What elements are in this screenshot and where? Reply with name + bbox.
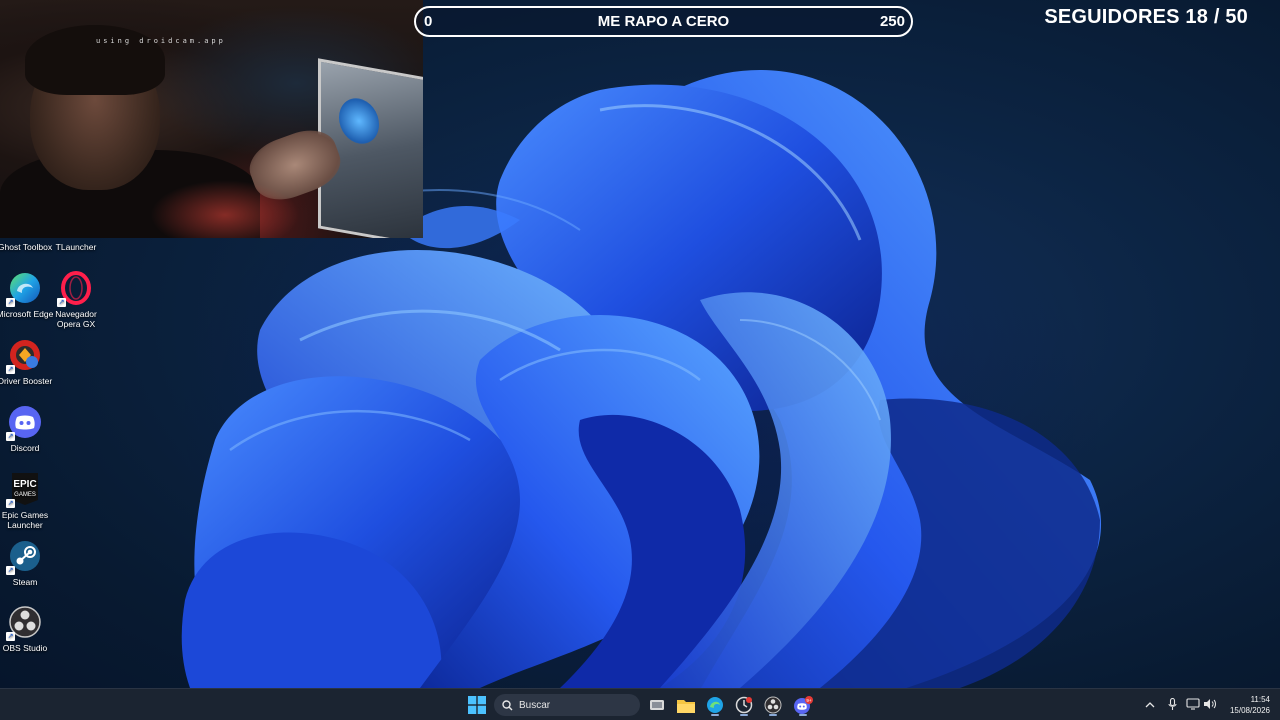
steam-icon: ↗ bbox=[6, 539, 42, 575]
desktop-icon-label: OBS Studio bbox=[2, 643, 48, 653]
taskbar-app-clock[interactable] bbox=[731, 693, 757, 717]
desktop-icon-tlauncher[interactable]: TLauncher bbox=[47, 222, 105, 252]
webcam-red-light bbox=[150, 180, 300, 238]
task-view-button[interactable] bbox=[644, 693, 670, 717]
desktop-icon-label: Driver Booster bbox=[0, 376, 53, 386]
desktop-icon-label: Navegador Opera GX bbox=[55, 309, 97, 329]
taskbar-search-box[interactable]: Buscar bbox=[494, 694, 640, 716]
desktop-icon-obs-studio[interactable]: ↗ OBS Studio bbox=[0, 605, 54, 653]
clock-time: 11:54 bbox=[1250, 695, 1270, 704]
edge-icon bbox=[707, 697, 723, 713]
taskbar-edge[interactable] bbox=[702, 693, 728, 717]
active-indicator bbox=[711, 714, 719, 716]
goal-end-value: 250 bbox=[879, 13, 905, 30]
taskbar-discord[interactable]: 9+ bbox=[790, 693, 816, 717]
desktop-icon-label: Microsoft Edge bbox=[0, 309, 54, 319]
tray-overflow-chevron-icon[interactable] bbox=[1143, 697, 1157, 711]
taskbar-clock[interactable]: 11:54 15/08/2026 bbox=[1230, 694, 1270, 716]
discord-notification-badge: 9+ bbox=[806, 698, 812, 703]
network-icon[interactable] bbox=[1186, 697, 1200, 711]
microphone-icon[interactable] bbox=[1165, 697, 1179, 711]
goal-progress-bar: 0 ME RAPO A CERO 250 bbox=[414, 6, 913, 37]
active-indicator bbox=[799, 714, 807, 716]
desktop-icon-label: Discord bbox=[10, 443, 40, 453]
taskbar-file-explorer[interactable] bbox=[673, 693, 699, 717]
search-icon bbox=[502, 699, 513, 710]
desktop-icon-label: Steam bbox=[12, 577, 38, 587]
desktop-icon-discord[interactable]: ↗ Discord bbox=[0, 405, 54, 453]
discord-icon: 9+ bbox=[794, 696, 813, 714]
taskbar: Buscar 9+ 11:54 15/08/2026 bbox=[0, 688, 1280, 720]
svg-text:GAMES: GAMES bbox=[14, 492, 36, 498]
discord-icon: ↗ bbox=[6, 405, 42, 441]
obs-studio-icon bbox=[764, 696, 782, 714]
task-view-icon bbox=[650, 700, 664, 710]
driver-booster-icon: ↗ bbox=[6, 338, 42, 374]
folder-icon bbox=[677, 699, 695, 713]
desktop-icon-microsoft-edge[interactable]: ↗ Microsoft Edge bbox=[0, 271, 54, 319]
goal-start-value: 0 bbox=[424, 13, 433, 30]
app-clock-icon bbox=[735, 696, 753, 714]
desktop-icon-steam[interactable]: ↗ Steam bbox=[0, 539, 54, 587]
desktop-icon-epic-games[interactable]: EPIC GAMES ↗ Epic Games Launcher bbox=[0, 472, 54, 530]
search-box-label: Buscar bbox=[519, 699, 551, 711]
followers-counter: SEGUIDORES 18 / 50 bbox=[1044, 6, 1248, 28]
epic-games-icon: EPIC GAMES ↗ bbox=[6, 472, 42, 508]
webcam-laptop-screen bbox=[339, 95, 379, 148]
desktop-icon-opera-gx[interactable]: ↗ Navegador Opera GX bbox=[47, 271, 105, 329]
taskbar-obs[interactable] bbox=[760, 693, 786, 717]
tlauncher-icon bbox=[59, 222, 93, 238]
active-indicator bbox=[769, 714, 777, 716]
desktop-icon-label: TLauncher bbox=[55, 242, 97, 252]
start-button[interactable] bbox=[464, 693, 490, 717]
clock-date: 15/08/2026 bbox=[1229, 706, 1270, 715]
desktop-icon-ghost-toolbox[interactable]: Ghost Toolbox bbox=[0, 222, 54, 252]
opera-gx-icon: ↗ bbox=[57, 271, 93, 307]
ghost-toolbox-icon bbox=[8, 222, 42, 238]
edge-icon: ↗ bbox=[6, 271, 42, 307]
goal-title: ME RAPO A CERO bbox=[597, 13, 730, 30]
webcam-overlay: using droidcam.app bbox=[0, 0, 423, 238]
volume-icon[interactable] bbox=[1203, 697, 1217, 711]
desktop-icon-label: Ghost Toolbox bbox=[0, 242, 53, 252]
obs-studio-icon: ↗ bbox=[6, 605, 42, 641]
desktop-icon-label: Epic Games Launcher bbox=[1, 510, 49, 530]
webcam-person-hair bbox=[25, 25, 165, 95]
active-indicator bbox=[740, 714, 748, 716]
desktop-icon-driver-booster[interactable]: ↗ Driver Booster bbox=[0, 338, 54, 386]
svg-text:EPIC: EPIC bbox=[13, 479, 36, 490]
webcam-watermark: using droidcam.app bbox=[96, 37, 226, 45]
windows-logo-icon bbox=[468, 696, 486, 714]
